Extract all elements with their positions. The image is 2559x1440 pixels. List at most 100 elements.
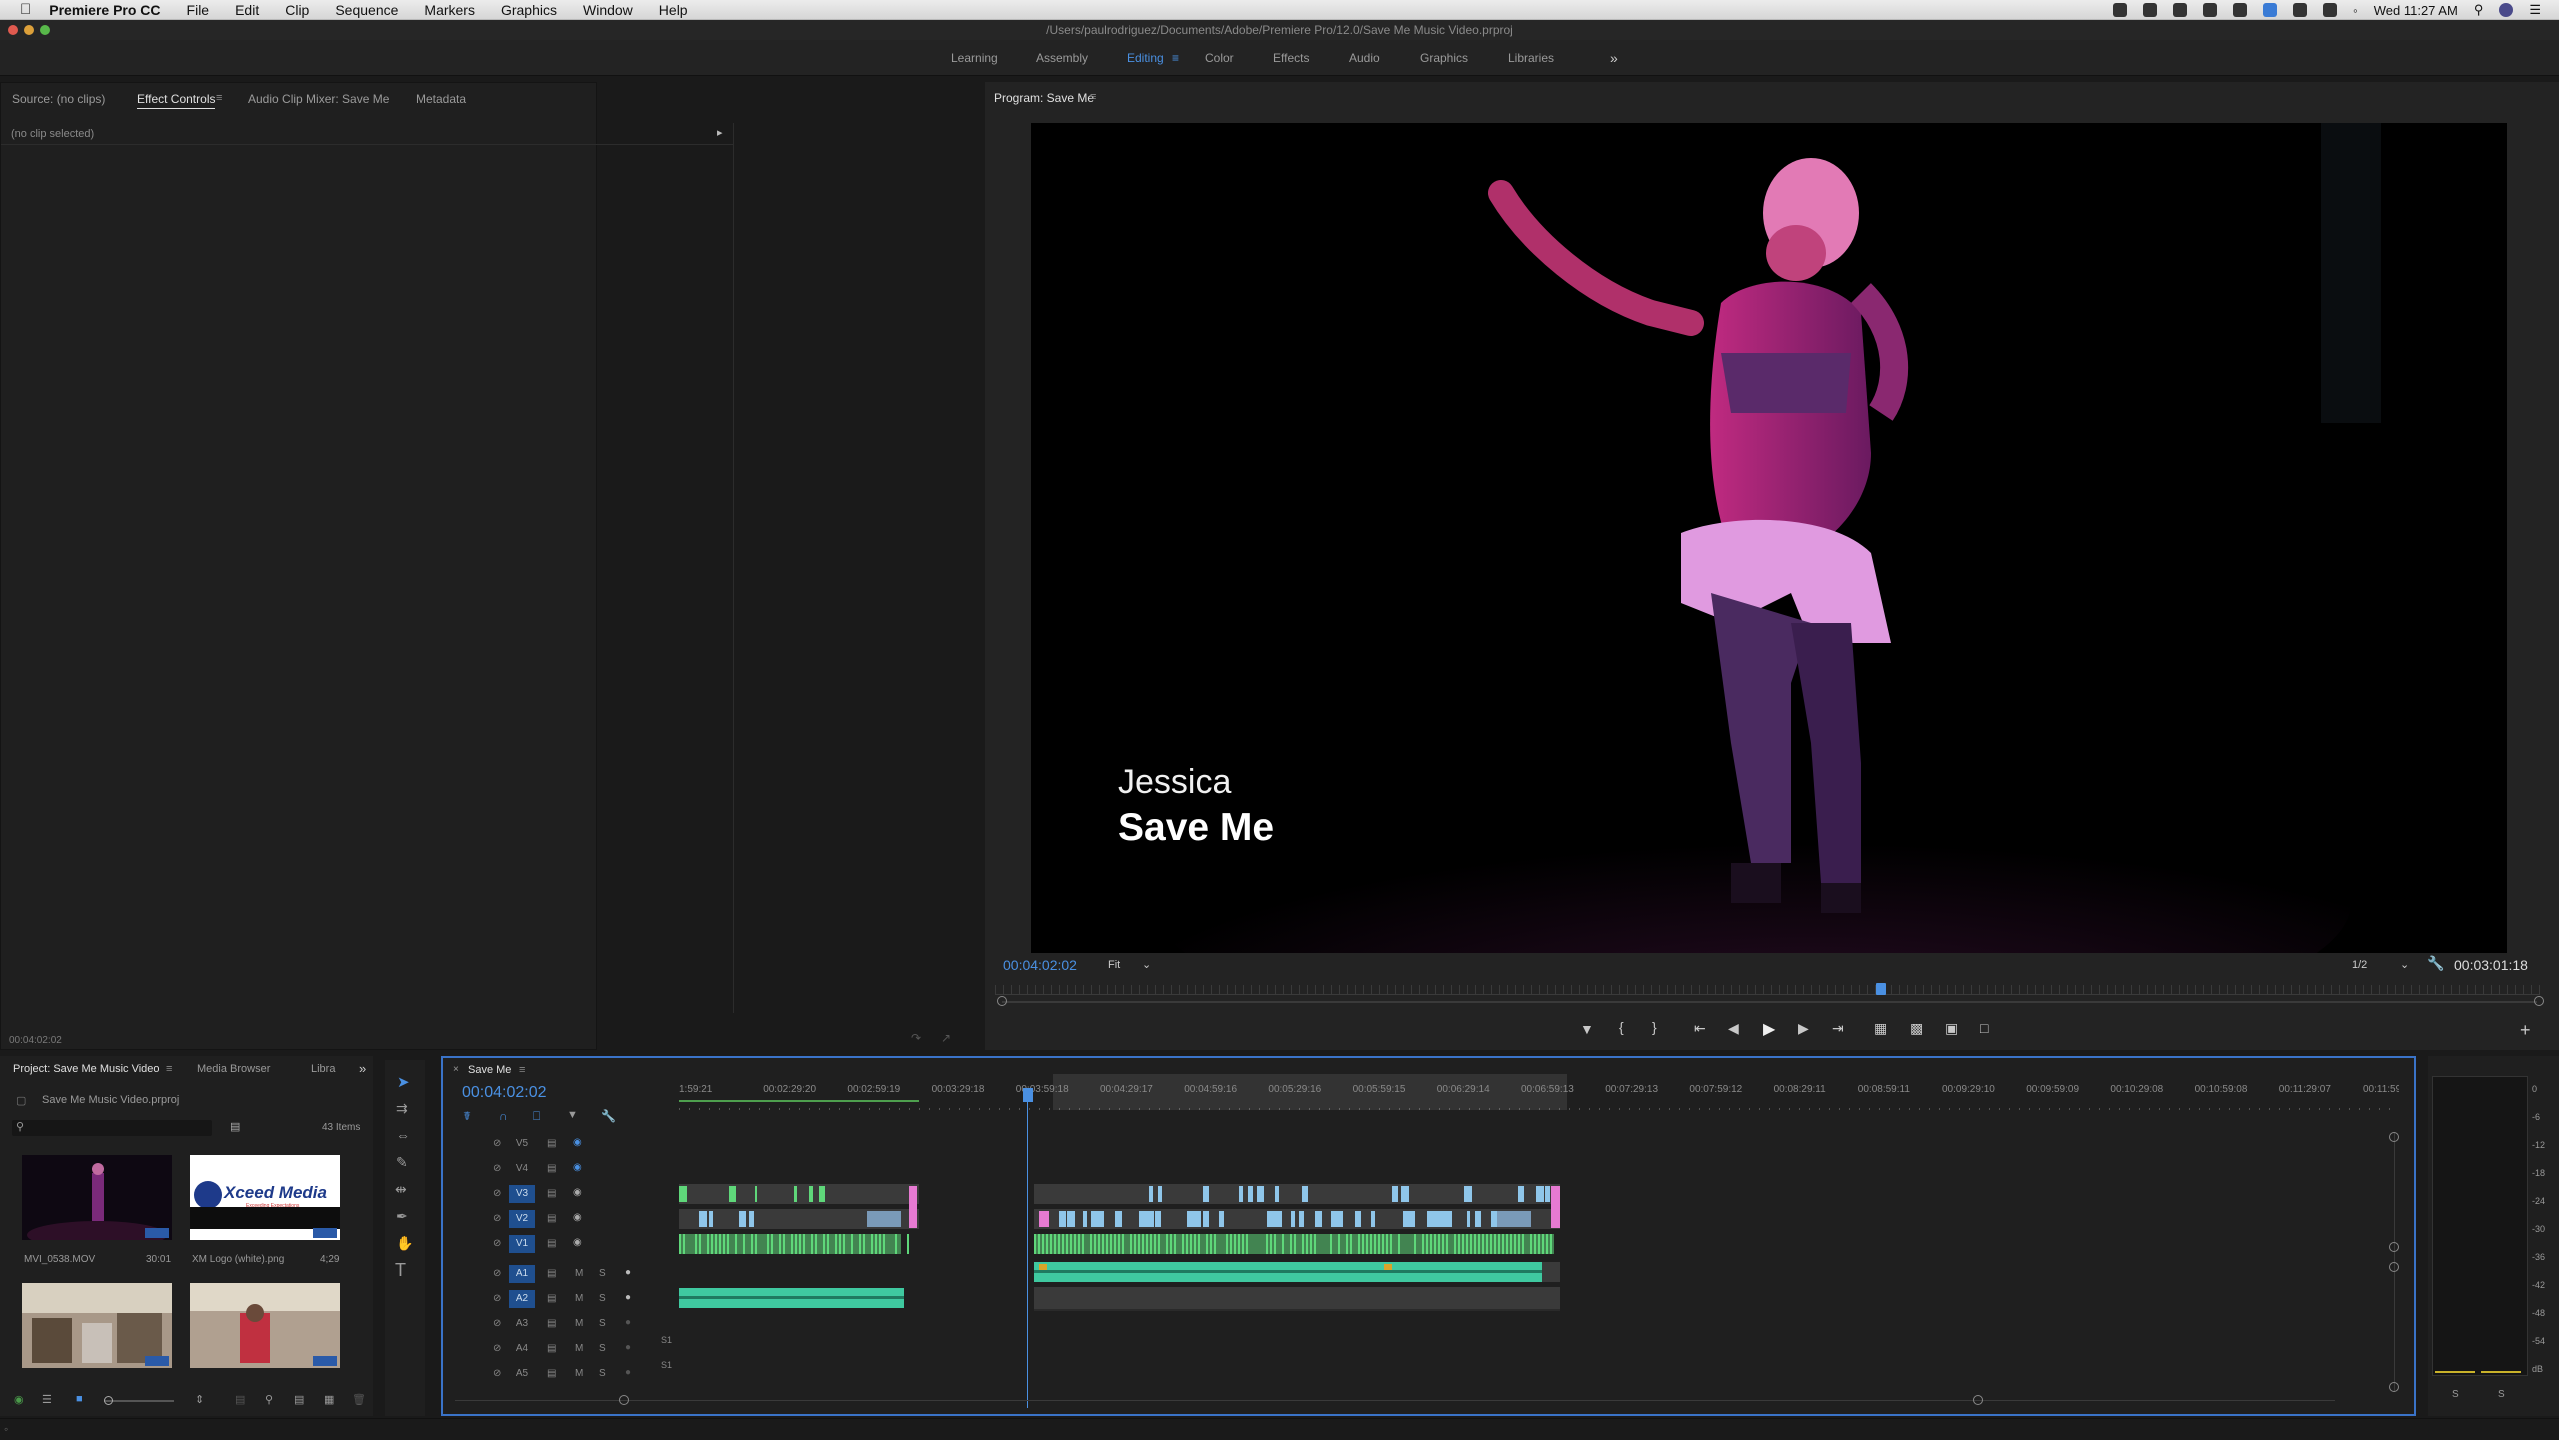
thumbnail-clip-4[interactable] [190,1283,340,1368]
clip-v1[interactable] [1506,1234,1508,1254]
clip-v1[interactable] [1442,1234,1444,1254]
clip-v1[interactable] [1246,1234,1248,1254]
workspace-effects[interactable]: Effects [1273,40,1309,76]
clip-v1[interactable] [1114,1234,1116,1254]
track-lock-icon[interactable]: ⊘ [493,1293,501,1304]
track-v3-segment[interactable] [679,1184,919,1204]
mute-button[interactable]: M [575,1343,583,1354]
lift-button[interactable]: ▦ [1874,1020,1887,1037]
clip-v1[interactable] [1490,1234,1492,1254]
wrench-settings-icon[interactable]: 🔧 [2427,955,2444,972]
clip-v1[interactable] [1386,1234,1388,1254]
program-time-ruler[interactable] [995,985,2540,995]
close-sequence-icon[interactable]: × [453,1064,459,1075]
track-target-label[interactable]: V1 [509,1235,535,1253]
clip-v1[interactable] [1042,1234,1044,1254]
clip-v3[interactable] [1392,1186,1398,1202]
minimize-window-button[interactable] [24,25,34,35]
clip-v2[interactable] [1275,1211,1282,1227]
clip-v1[interactable] [1226,1234,1228,1254]
clip-v1[interactable] [1154,1234,1156,1254]
clip-v1[interactable] [1282,1234,1284,1254]
clip-v1[interactable] [1266,1234,1268,1254]
automate-to-sequence-icon[interactable]: ▤ [235,1393,245,1406]
voiceover-record-icon[interactable]: ● [625,1367,631,1378]
clip-v1[interactable] [1498,1234,1500,1254]
clip-v2[interactable] [709,1211,713,1227]
solo-button[interactable]: S [599,1293,606,1304]
new-bin-icon[interactable]: ▤ [294,1393,304,1406]
play-button[interactable]: ▶ [1763,1019,1775,1039]
program-playhead[interactable] [1875,983,1886,995]
track-v3-segment[interactable] [1034,1184,1560,1204]
track-v2-segment[interactable] [1034,1209,1560,1229]
tab-media-browser[interactable]: Media Browser [197,1063,270,1075]
clip-v2[interactable] [1315,1211,1322,1227]
clip-v1[interactable] [1454,1234,1456,1254]
clip-v3[interactable] [1302,1186,1308,1202]
clip-v1[interactable] [1330,1234,1332,1254]
clip-v1[interactable] [1110,1234,1112,1254]
extract-button[interactable]: ▩ [1910,1020,1923,1037]
track-target-label[interactable]: A4 [509,1340,535,1358]
clip-v1[interactable] [1306,1234,1308,1254]
clip-v1[interactable] [1366,1234,1368,1254]
program-current-timecode[interactable]: 00:04:02:02 [1003,957,1077,973]
new-item-icon[interactable]: ▦ [324,1393,334,1406]
clip-v1[interactable] [1358,1234,1360,1254]
timeline-horizontal-scrollbar[interactable] [455,1400,2335,1401]
clip-v3[interactable] [683,1186,687,1202]
track-lock-icon[interactable]: ⊘ [493,1238,501,1249]
clip-v1[interactable] [1290,1234,1292,1254]
step-back-button[interactable]: ◀ [1728,1020,1739,1037]
tab-project[interactable]: Project: Save Me Music Video [13,1063,160,1075]
clip-v2[interactable] [1219,1211,1224,1227]
clip-v1[interactable] [1466,1234,1468,1254]
clip-v2[interactable] [1355,1211,1361,1227]
clip-v1[interactable] [907,1234,909,1254]
clip-v1[interactable] [1094,1234,1096,1254]
spotlight-search-icon[interactable]: ⚲ [2474,2,2484,18]
mark-in-button[interactable]: { [1619,1019,1624,1035]
track-target-label[interactable]: V5 [509,1135,535,1153]
menu-file[interactable]: File [187,2,210,18]
clip-v1[interactable] [1430,1234,1432,1254]
clip-v1[interactable] [1346,1234,1348,1254]
program-zoom-bar[interactable] [1002,1001,2537,1003]
timeline-ruler[interactable]: 1:59:21 00:02:29:20 00:02:59:19 00:03:29:18… [679,1074,2399,1110]
clip-v2[interactable] [1195,1211,1201,1227]
close-window-button[interactable] [8,25,18,35]
clip-v1[interactable] [1070,1234,1072,1254]
clip-v1[interactable] [1534,1234,1536,1254]
clip-v1[interactable] [1174,1234,1176,1254]
clip-v1[interactable] [1434,1234,1436,1254]
menu-clip[interactable]: Clip [285,2,309,18]
vscroll-handle-audio[interactable] [2389,1262,2399,1272]
thumbnail-clip-3[interactable] [22,1283,172,1368]
tab-program[interactable]: Program: Save Me [994,91,1094,105]
tab-metadata[interactable]: Metadata [416,92,466,106]
notification-center-icon[interactable]: ☰ [2529,2,2541,18]
clip-v3[interactable] [1275,1186,1279,1202]
sync-lock-icon[interactable]: ▤ [547,1343,556,1354]
mark-out-button[interactable]: } [1652,1019,1657,1035]
project-menu-icon[interactable]: ≡ [166,1063,172,1075]
clip-v1[interactable] [1510,1234,1512,1254]
clip-v1[interactable] [1130,1234,1132,1254]
clip-v1[interactable] [1310,1234,1312,1254]
creative-cloud-icon[interactable] [2113,3,2128,17]
solo-button[interactable]: S [599,1268,606,1279]
zoom-handle-right[interactable] [2534,996,2544,1006]
clip-v1[interactable] [1170,1234,1172,1254]
filter-icon[interactable]: ↷ [911,1031,921,1045]
keyframe-marker[interactable] [1039,1264,1047,1270]
app-name-menu[interactable]: Premiere Pro CC [49,2,160,18]
clip-v1[interactable] [1422,1234,1424,1254]
track-target-label[interactable]: A2 [509,1290,535,1308]
timeline-timecode[interactable]: 00:04:02:02 [462,1084,547,1102]
clip-v3[interactable] [1158,1186,1162,1202]
keyframe-marker[interactable] [1384,1264,1392,1270]
sync-icon[interactable] [2263,3,2278,17]
video-frame[interactable]: Jessica Save Me [1031,123,2507,953]
tab-source[interactable]: Source: (no clips) [12,92,105,106]
